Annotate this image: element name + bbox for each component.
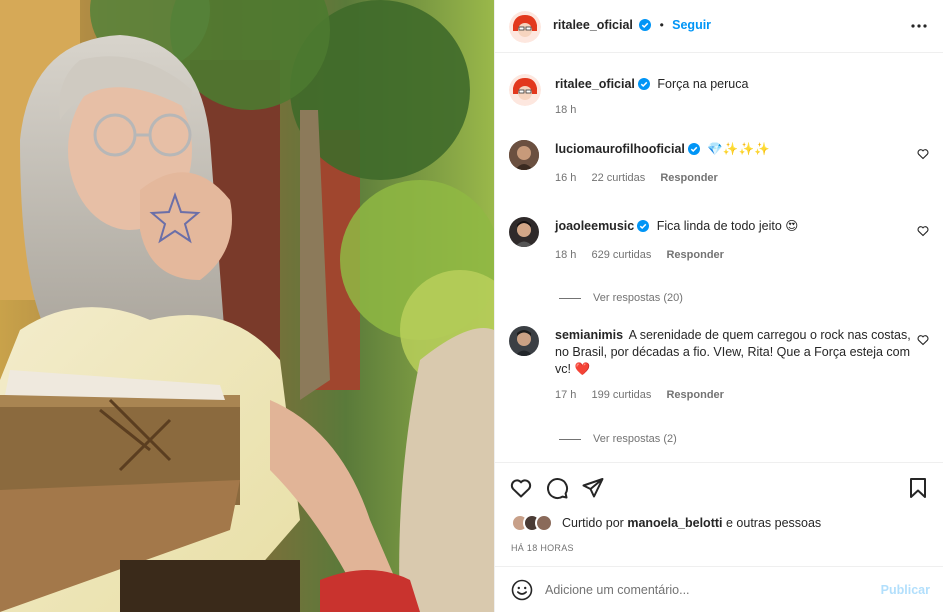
- view-replies-label: Ver respostas (20): [593, 292, 683, 304]
- comment-text-row: luciomaurofilhooficial 💎✨✨✨: [555, 141, 913, 158]
- view-replies-button[interactable]: Ver respostas (2): [559, 433, 677, 445]
- caption-username[interactable]: ritalee_oficial: [555, 77, 635, 91]
- comment-item: semianimis A serenidade de quem carregou…: [509, 326, 929, 406]
- add-comment-bar: Publicar: [495, 566, 943, 612]
- smiley-icon[interactable]: [511, 579, 533, 601]
- post-header: ritalee_oficial • Seguir: [495, 0, 943, 53]
- post-caption: ritalee_oficial Força na peruca 18 h: [509, 74, 929, 124]
- post-photo-illustration: [0, 0, 494, 612]
- reply-button[interactable]: Responder: [660, 172, 717, 184]
- comment-likes[interactable]: 629 curtidas: [591, 249, 651, 261]
- verified-badge-icon: [639, 19, 652, 31]
- commenter-avatar-image: [509, 217, 539, 247]
- caption-meta: 18 h: [555, 104, 588, 116]
- liked-by-user[interactable]: manoela_belotti: [627, 516, 722, 530]
- comment-likes[interactable]: 199 curtidas: [591, 389, 651, 401]
- commenter-avatar[interactable]: [509, 140, 539, 170]
- verified-badge-icon: [687, 143, 700, 155]
- liked-by-avatars: [511, 514, 557, 532]
- publish-button[interactable]: Publicar: [881, 583, 930, 597]
- comment-item: luciomaurofilhooficial 💎✨✨✨ 16 h 22 curt…: [509, 140, 929, 190]
- author-username[interactable]: ritalee_oficial: [553, 18, 633, 32]
- caption-text-row: ritalee_oficial Força na peruca: [555, 76, 913, 93]
- comment-time: 16 h: [555, 172, 577, 184]
- view-replies-button[interactable]: Ver respostas (20): [559, 292, 683, 304]
- comment-input[interactable]: [545, 579, 865, 601]
- liked-by-text: Curtido por manoela_belotti e outras pes…: [562, 516, 821, 530]
- caption-avatar-image: [509, 74, 541, 106]
- comment-username[interactable]: luciomaurofilhooficial: [555, 142, 685, 156]
- comment-username[interactable]: semianimis: [555, 328, 623, 342]
- commenter-avatar[interactable]: [509, 217, 539, 247]
- speech-bubble-icon[interactable]: [545, 476, 569, 500]
- liked-by-prefix: Curtido por: [562, 516, 624, 530]
- comment-time: 18 h: [555, 249, 577, 261]
- comment-heart-icon[interactable]: [917, 334, 929, 346]
- caption-text: Força na peruca: [657, 77, 749, 91]
- comment-time: 17 h: [555, 389, 577, 401]
- liked-by-suffix[interactable]: e outras pessoas: [726, 516, 821, 530]
- comment-text: 💎✨✨✨: [707, 142, 770, 156]
- commenter-avatar-image: [509, 140, 539, 170]
- comment-text: Fica linda de todo jeito 😍: [656, 219, 799, 233]
- replies-divider: [559, 297, 581, 299]
- comment-item: joaoleemusic Fica linda de todo jeito 😍 …: [509, 217, 929, 267]
- post-timestamp: HÁ 18 HORAS: [511, 543, 574, 553]
- ellipsis-icon[interactable]: [910, 17, 928, 35]
- caption-avatar[interactable]: [509, 74, 541, 106]
- comments-list[interactable]: ritalee_oficial Força na peruca 18 h luc…: [495, 55, 943, 460]
- post-sidebar: ritalee_oficial • Seguir ritalee_oficial…: [494, 0, 943, 612]
- verified-badge-icon: [637, 78, 650, 90]
- reply-button[interactable]: Responder: [666, 249, 723, 261]
- heart-outline-icon[interactable]: [509, 476, 533, 500]
- comment-meta: 16 h 22 curtidas Responder: [555, 172, 730, 184]
- bookmark-icon[interactable]: [906, 476, 930, 500]
- verified-badge-icon: [637, 220, 650, 232]
- liker-avatar: [535, 514, 553, 532]
- commenter-avatar[interactable]: [509, 326, 539, 356]
- comment-likes[interactable]: 22 curtidas: [591, 172, 645, 184]
- caption-time: 18 h: [555, 104, 577, 116]
- commenter-avatar-image: [509, 326, 539, 356]
- separator-dot: •: [659, 18, 664, 32]
- comment-heart-icon[interactable]: [917, 225, 929, 237]
- comment-username[interactable]: joaoleemusic: [555, 219, 634, 233]
- comment-heart-icon[interactable]: [917, 148, 929, 160]
- post-photo[interactable]: [0, 0, 494, 612]
- author-avatar[interactable]: [509, 11, 541, 43]
- view-replies-label: Ver respostas (2): [593, 433, 677, 445]
- author-avatar-image: [509, 11, 541, 43]
- paper-plane-icon[interactable]: [581, 476, 605, 500]
- follow-button[interactable]: Seguir: [672, 18, 711, 32]
- comment-meta: 18 h 629 curtidas Responder: [555, 249, 736, 261]
- comment-text-row: semianimis A serenidade de quem carregou…: [555, 327, 913, 378]
- post-actions: Curtido por manoela_belotti e outras pes…: [495, 462, 943, 566]
- reply-button[interactable]: Responder: [666, 389, 723, 401]
- comment-text-row: joaoleemusic Fica linda de todo jeito 😍: [555, 218, 913, 235]
- replies-divider: [559, 438, 581, 440]
- comment-meta: 17 h 199 curtidas Responder: [555, 389, 736, 401]
